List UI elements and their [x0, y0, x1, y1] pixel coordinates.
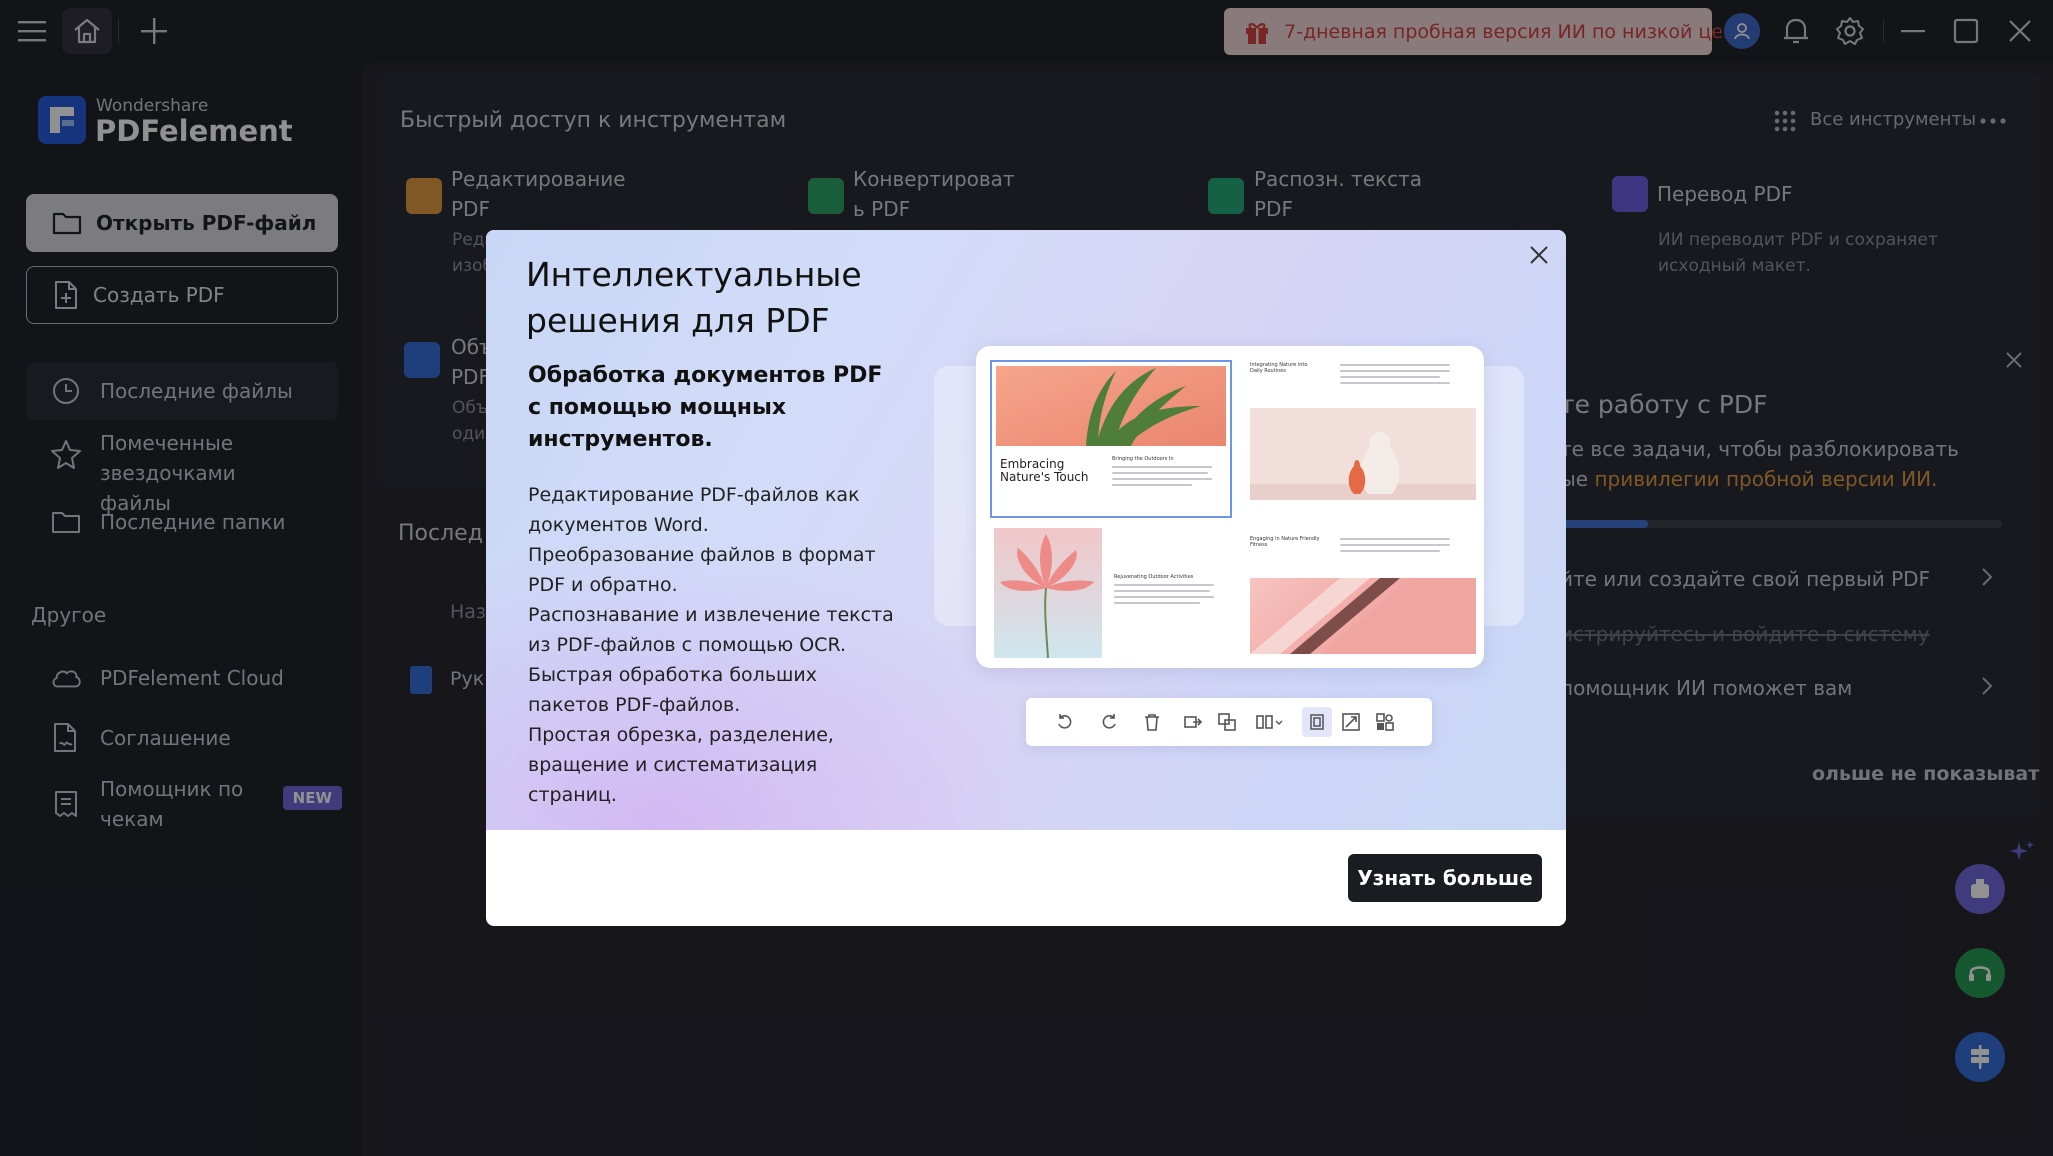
split-icon: [1256, 714, 1296, 730]
feature-item: Редактирование PDF-файлов как документов…: [528, 484, 860, 536]
text-line: [1340, 544, 1450, 546]
text-line: [1114, 584, 1214, 586]
crop-icon: [1302, 707, 1332, 737]
mockup-document: Embracing Nature's Touch Bringing the Ou…: [976, 346, 1484, 668]
mockup-page-4: Engaging in Nature Friendly Fitness: [1244, 528, 1476, 658]
mockup-page-2: Integrating Nature into Daily Routines: [1244, 360, 1476, 518]
learn-more-button[interactable]: Узнать больше: [1348, 854, 1542, 902]
promo-modal: Интеллектуальные решения для PDF Обработ…: [486, 230, 1566, 926]
mockup-page-selected: Embracing Nature's Touch Bringing the Ou…: [990, 360, 1232, 518]
modal-subtitle: Обработка документов PDF с помощью мощны…: [528, 363, 883, 452]
text-line: [1340, 550, 1440, 552]
text-line: [1340, 538, 1450, 540]
trash-icon: [1144, 713, 1174, 731]
text-line: [1340, 382, 1450, 384]
replace-icon: [1218, 713, 1248, 731]
text-line: [1340, 376, 1440, 378]
plant-image: [996, 366, 1226, 446]
modal-title: Интеллектуальные решения для PDF: [526, 255, 862, 340]
mockup-page1-title: Embracing Nature's Touch: [1000, 457, 1089, 484]
text-line: [1114, 602, 1200, 604]
text-line: [1114, 590, 1210, 592]
mockup-toolbar: [1026, 698, 1432, 746]
mockup-page3-title: Rejuvenating Outdoor Activities: [1114, 574, 1194, 580]
text-line: [1114, 596, 1214, 598]
feature-item: Преобразование файлов в формат PDF и обр…: [528, 544, 876, 596]
mockup-page4-title: Engaging in Nature Friendly Fitness: [1250, 536, 1320, 548]
rotate-left-icon: [1056, 713, 1086, 731]
text-line: [1112, 478, 1212, 480]
text-line: [1340, 370, 1450, 372]
extract-icon: [1184, 714, 1214, 730]
mockup-page1-subtitle: Bringing the Outdoors In: [1112, 456, 1174, 462]
feature-item: Простая обрезка, разделение, вращение и …: [528, 724, 834, 806]
mockup-page-3: Rejuvenating Outdoor Activities: [990, 528, 1232, 658]
text-line: [1112, 472, 1208, 474]
insert-icon: [1342, 713, 1372, 731]
modal-feature-list: Редактирование PDF-файлов как документов…: [528, 480, 898, 810]
vase-image: [1250, 408, 1476, 500]
text-line: [1340, 364, 1450, 366]
text-line: [1112, 484, 1192, 486]
lily-image: [994, 528, 1102, 658]
text-line: [1112, 466, 1212, 468]
stairs-image: [1250, 578, 1476, 654]
close-modal-icon[interactable]: [1528, 244, 1550, 266]
feature-item: Распознавание и извлечение текста из PDF…: [528, 604, 894, 656]
mockup-page2-title: Integrating Nature into Daily Routines: [1250, 362, 1308, 374]
rotate-right-icon: [1100, 713, 1130, 731]
feature-item: Быстрая обработка больших пакетов PDF-фа…: [528, 664, 817, 716]
organize-icon: [1376, 713, 1406, 731]
